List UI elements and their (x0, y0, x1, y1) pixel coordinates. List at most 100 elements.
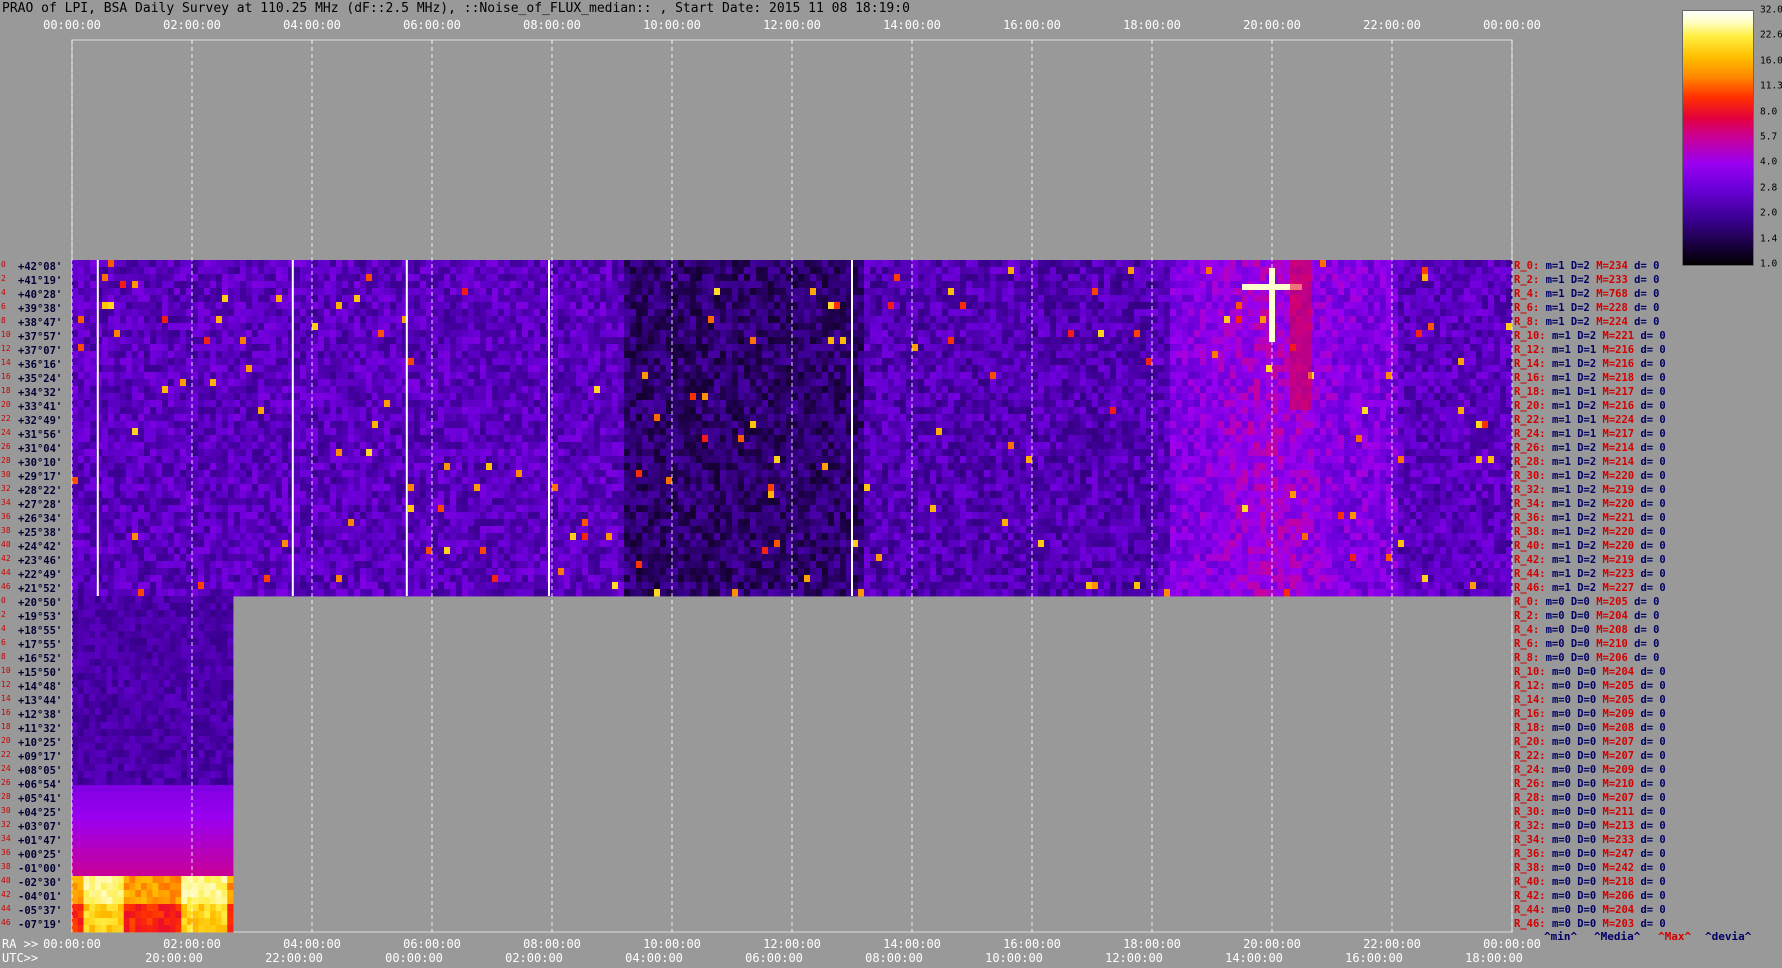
heatmap-cell (174, 456, 181, 464)
heatmap-cell (336, 526, 343, 534)
heatmap-cell (600, 337, 607, 345)
heatmap-cell (306, 505, 313, 513)
heatmap-cell (168, 589, 175, 597)
heatmap-cell (576, 575, 583, 583)
heatmap-cell (312, 267, 319, 275)
heatmap-cell (168, 330, 175, 338)
heatmap-cell (678, 414, 685, 422)
heatmap-cell (222, 456, 229, 464)
heatmap-cell (588, 547, 595, 555)
heatmap-cell (336, 400, 343, 408)
heatmap-cell (150, 316, 157, 324)
heatmap-cell (354, 568, 361, 576)
heatmap-cell (678, 561, 685, 569)
heatmap-cell (648, 274, 655, 282)
heatmap-cell (636, 281, 643, 289)
heatmap-cell (336, 512, 343, 520)
heatmap-cell (240, 295, 247, 303)
heatmap-cell (438, 554, 445, 562)
heatmap-cell (558, 421, 565, 429)
heatmap-cell (558, 288, 565, 296)
heatmap-cell (168, 400, 175, 408)
heatmap-cell (420, 316, 427, 324)
heatmap-cell (666, 330, 673, 338)
heatmap-cell (234, 344, 241, 352)
heatmap-cell (576, 449, 583, 457)
heatmap-cell (504, 442, 511, 450)
heatmap-cell (606, 547, 613, 555)
heatmap-cell (300, 442, 307, 450)
heatmap-cell (216, 477, 223, 485)
heatmap-cell (72, 442, 79, 450)
heatmap-cell (144, 393, 151, 401)
heatmap-cell (234, 568, 241, 576)
heatmap-cell (186, 267, 193, 275)
heatmap-cell (576, 526, 583, 534)
heatmap-cell (264, 554, 271, 562)
heatmap-cell (456, 351, 463, 359)
heatmap-cell (258, 407, 265, 415)
heatmap-cell (258, 561, 265, 569)
heatmap-cell (648, 589, 655, 597)
heatmap-cell (588, 337, 595, 345)
heatmap-cell (192, 260, 199, 268)
heatmap-cell (330, 561, 337, 569)
heatmap-cell (474, 295, 481, 303)
heatmap-cell (378, 316, 385, 324)
heatmap-cell (630, 428, 637, 436)
heatmap-cell (396, 477, 403, 485)
heatmap-cell (180, 379, 187, 387)
heatmap-cell (534, 477, 541, 485)
heatmap-cell (504, 365, 511, 373)
heatmap-cell (426, 407, 433, 415)
heatmap-cell (78, 281, 85, 289)
heatmap-cell (354, 274, 361, 282)
heatmap-cell (336, 449, 343, 457)
heatmap-cell (438, 498, 445, 506)
heatmap-cell (504, 295, 511, 303)
heatmap-cell (228, 302, 235, 310)
heatmap-cell (222, 442, 229, 450)
heatmap-cell (138, 351, 145, 359)
heatmap-cell (582, 470, 589, 478)
heatmap-cell (636, 414, 643, 422)
heatmap-cell (162, 512, 169, 520)
heatmap-cell (354, 295, 361, 303)
heatmap-cell (510, 582, 517, 590)
heatmap-cell (348, 498, 355, 506)
heatmap-cell (348, 365, 355, 373)
heatmap-cell (444, 512, 451, 520)
heatmap-cell (504, 568, 511, 576)
heatmap-cell (276, 533, 283, 541)
heatmap-cell (426, 365, 433, 373)
heatmap-cell (582, 575, 589, 583)
heatmap-cell (564, 484, 571, 492)
heatmap-cell (612, 393, 619, 401)
heatmap-cell (306, 407, 313, 415)
heatmap-cell (174, 323, 181, 331)
heatmap-cell (120, 505, 127, 513)
heatmap-cell (312, 582, 319, 590)
heatmap-cell (444, 435, 451, 443)
heatmap-cell (306, 365, 313, 373)
heatmap-cell (312, 456, 319, 464)
heatmap-cell (606, 435, 613, 443)
heatmap-cell (594, 281, 601, 289)
heatmap-cell (378, 554, 385, 562)
heatmap-cell (426, 428, 433, 436)
heatmap-cell (204, 463, 211, 471)
heatmap-cell (492, 540, 499, 548)
heatmap-cell (156, 428, 163, 436)
heatmap-cell (102, 512, 109, 520)
heatmap-cell (78, 274, 85, 282)
heatmap-cell (558, 456, 565, 464)
heatmap-cell (306, 295, 313, 303)
heatmap-cell (276, 554, 283, 562)
heatmap-cell (660, 477, 667, 485)
heatmap-cell (144, 351, 151, 359)
heatmap-cell (528, 554, 535, 562)
heatmap-cell (666, 351, 673, 359)
heatmap-cell (258, 505, 265, 513)
heatmap-cell (246, 568, 253, 576)
heatmap-cell (366, 400, 373, 408)
